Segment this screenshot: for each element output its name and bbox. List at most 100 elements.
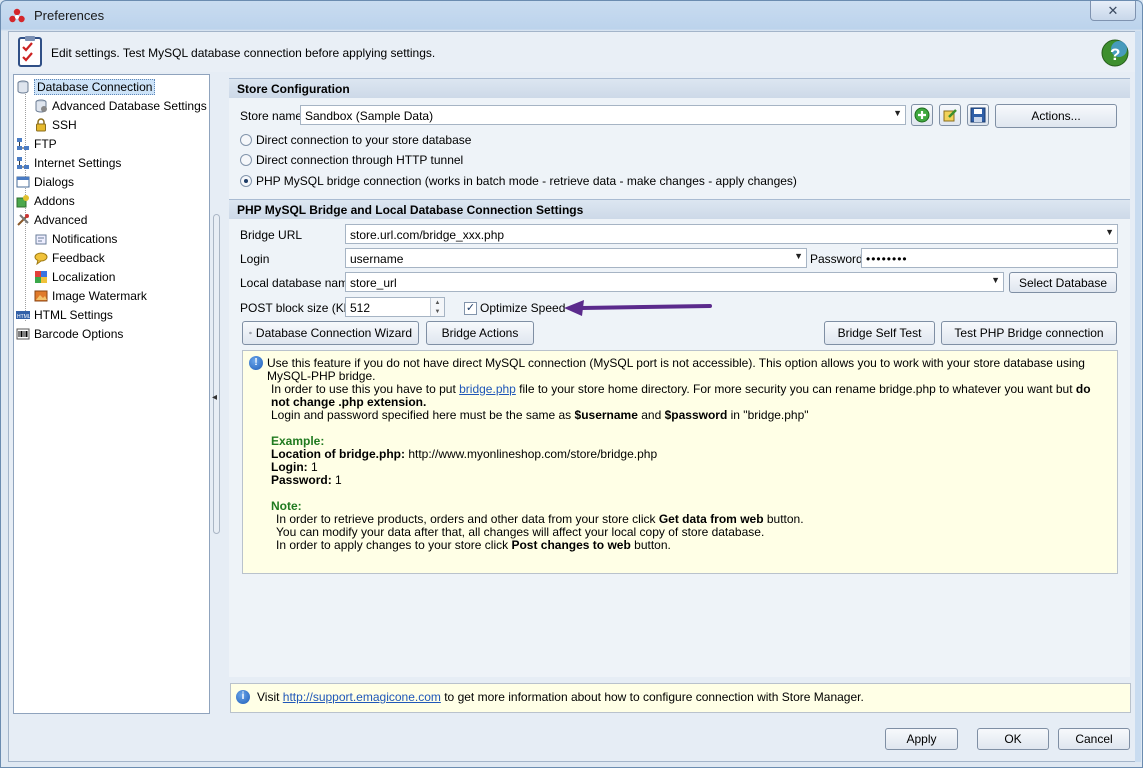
- support-prefix: Visit: [257, 690, 283, 704]
- support-suffix: to get more information about how to con…: [440, 690, 864, 704]
- tree-item-image-watermark[interactable]: Image Watermark: [34, 286, 151, 305]
- tree-item-feedback[interactable]: Feedback: [34, 248, 109, 267]
- info-line-1: Use this feature if you do not have dire…: [267, 356, 1085, 383]
- help-icon[interactable]: ?: [1100, 38, 1130, 68]
- test-bridge-connection-button[interactable]: Test PHP Bridge connection: [941, 321, 1117, 345]
- html-icon: HTML: [16, 310, 30, 320]
- bridge-info-box: ! Use this feature if you do not have di…: [242, 350, 1118, 574]
- bridge-actions-button[interactable]: Bridge Actions: [426, 321, 534, 345]
- apply-button[interactable]: Apply: [885, 728, 958, 750]
- login-input[interactable]: username ▼: [345, 248, 807, 268]
- bridge-url-input[interactable]: store.url.com/bridge_xxx.php ▼: [345, 224, 1118, 244]
- chevron-down-icon: ▼: [991, 275, 1000, 285]
- radio-direct-connection[interactable]: Direct connection to your store database: [240, 133, 471, 147]
- note-line-3: In order to apply changes to your store …: [276, 539, 1109, 552]
- cancel-button[interactable]: Cancel: [1058, 728, 1130, 750]
- tree-item-localization[interactable]: Localization: [34, 267, 119, 286]
- optimize-speed-checkbox[interactable]: ✓ Optimize Speed: [464, 301, 565, 315]
- checklist-icon: [18, 36, 42, 67]
- window-scrollbar[interactable]: [1135, 31, 1141, 762]
- pane-splitter[interactable]: ◂: [212, 74, 221, 714]
- info-bold: $password: [664, 408, 728, 422]
- info-line-3: Login and password specified here must b…: [271, 409, 1109, 422]
- close-button[interactable]: ✕: [1090, 1, 1136, 21]
- info-bold: Password:: [271, 473, 332, 487]
- radio-dot-selected[interactable]: [240, 175, 252, 187]
- local-db-select[interactable]: store_url ▼: [345, 272, 1004, 292]
- tree-item-dialogs[interactable]: Dialogs: [16, 172, 78, 191]
- puzzle-icon: [16, 194, 29, 207]
- database-icon: [17, 80, 29, 93]
- login-label: Login: [240, 252, 270, 266]
- info-bold: Login:: [271, 460, 308, 474]
- store-name-value: Sandbox (Sample Data): [305, 109, 434, 123]
- chevron-down-icon: ▼: [893, 108, 902, 118]
- info-bold: Location of bridge.php:: [271, 447, 405, 461]
- tree-label: Database Connection: [34, 78, 156, 95]
- splitter-grip[interactable]: [213, 214, 220, 534]
- tree-item-ssh[interactable]: SSH: [34, 115, 81, 134]
- store-name-label: Store name: [240, 109, 303, 123]
- tree-label: SSH: [52, 117, 77, 132]
- preferences-window: Preferences ✕ Edit settings. Test MySQL …: [0, 0, 1143, 768]
- radio-dot[interactable]: [240, 134, 252, 146]
- notifications-icon: [35, 234, 47, 244]
- save-icon: [970, 107, 986, 123]
- tree-item-barcode-options[interactable]: Barcode Options: [16, 324, 127, 343]
- tree-item-notifications[interactable]: Notifications: [34, 229, 121, 248]
- barcode-icon: [16, 328, 30, 339]
- bridge-php-link[interactable]: bridge.php: [459, 382, 516, 396]
- radio-php-bridge[interactable]: PHP MySQL bridge connection (works in ba…: [240, 174, 797, 188]
- optimize-speed-label: Optimize Speed: [480, 301, 566, 315]
- store-name-select[interactable]: Sandbox (Sample Data) ▼: [300, 105, 906, 125]
- info-text: and: [637, 408, 665, 422]
- settings-tree[interactable]: Database Connection Advanced Database Se…: [13, 74, 210, 714]
- database-settings-icon: [35, 99, 47, 112]
- login-value: username: [350, 252, 404, 266]
- tree-label: Dialogs: [34, 174, 75, 189]
- password-input[interactable]: ••••••••: [861, 248, 1118, 268]
- post-block-value: 512: [350, 301, 371, 315]
- tree-label: Barcode Options: [34, 326, 124, 341]
- header-text: Edit settings. Test MySQL database conne…: [51, 46, 436, 60]
- app-logo-icon: [9, 8, 25, 23]
- title-bar[interactable]: Preferences ✕: [1, 1, 1142, 31]
- checkbox-box[interactable]: ✓: [464, 301, 477, 315]
- password-value: ••••••••: [866, 252, 908, 266]
- tree-item-advanced-database-settings[interactable]: Advanced Database Settings: [34, 96, 211, 115]
- tree-item-database-connection[interactable]: Database Connection: [16, 77, 159, 96]
- header-bar: Edit settings. Test MySQL database conne…: [9, 32, 1136, 72]
- stepper-arrows[interactable]: ▲ ▼: [430, 298, 444, 316]
- password-label: Password: [810, 252, 863, 266]
- tree-item-advanced[interactable]: Advanced: [16, 210, 91, 229]
- actions-button[interactable]: Actions...: [995, 104, 1117, 128]
- example-login: Login: 1: [271, 461, 1109, 474]
- radio-http-tunnel[interactable]: Direct connection through HTTP tunnel: [240, 153, 463, 167]
- tree-item-addons[interactable]: Addons: [16, 191, 79, 210]
- radio-dot[interactable]: [240, 154, 252, 166]
- svg-text:HTML: HTML: [17, 314, 30, 320]
- connection-wizard-button[interactable]: Database Connection Wizard: [242, 321, 419, 345]
- support-info-box: i Visit http://support.emagicone.com to …: [230, 683, 1131, 713]
- collapse-arrow-icon[interactable]: ◂: [212, 392, 217, 403]
- info-line-2: In order to use this you have to put bri…: [271, 383, 1109, 409]
- tree-label: Advanced: [34, 212, 88, 227]
- tree-label: Internet Settings: [34, 155, 122, 170]
- annotation-arrow-icon: [564, 300, 712, 316]
- info-text: button.: [630, 538, 671, 552]
- tree-item-internet-settings[interactable]: Internet Settings: [16, 153, 125, 172]
- save-store-button[interactable]: [967, 104, 989, 126]
- info-bold: $username: [574, 408, 638, 422]
- info-text: In order to use this you have to put: [271, 382, 460, 396]
- bridge-self-test-button[interactable]: Bridge Self Test: [824, 321, 935, 345]
- post-block-stepper[interactable]: 512 ▲ ▼: [345, 297, 445, 317]
- tree-item-html-settings[interactable]: HTML HTML Settings: [16, 305, 117, 324]
- edit-store-button[interactable]: [939, 104, 961, 126]
- store-config-header: Store Configuration: [229, 78, 1130, 98]
- support-link[interactable]: http://support.emagicone.com: [283, 690, 441, 704]
- add-store-button[interactable]: [911, 104, 933, 126]
- tree-item-ftp[interactable]: FTP: [16, 134, 61, 153]
- gear-icon: [249, 331, 252, 335]
- ok-button[interactable]: OK: [977, 728, 1049, 750]
- select-database-button[interactable]: Select Database: [1009, 272, 1117, 293]
